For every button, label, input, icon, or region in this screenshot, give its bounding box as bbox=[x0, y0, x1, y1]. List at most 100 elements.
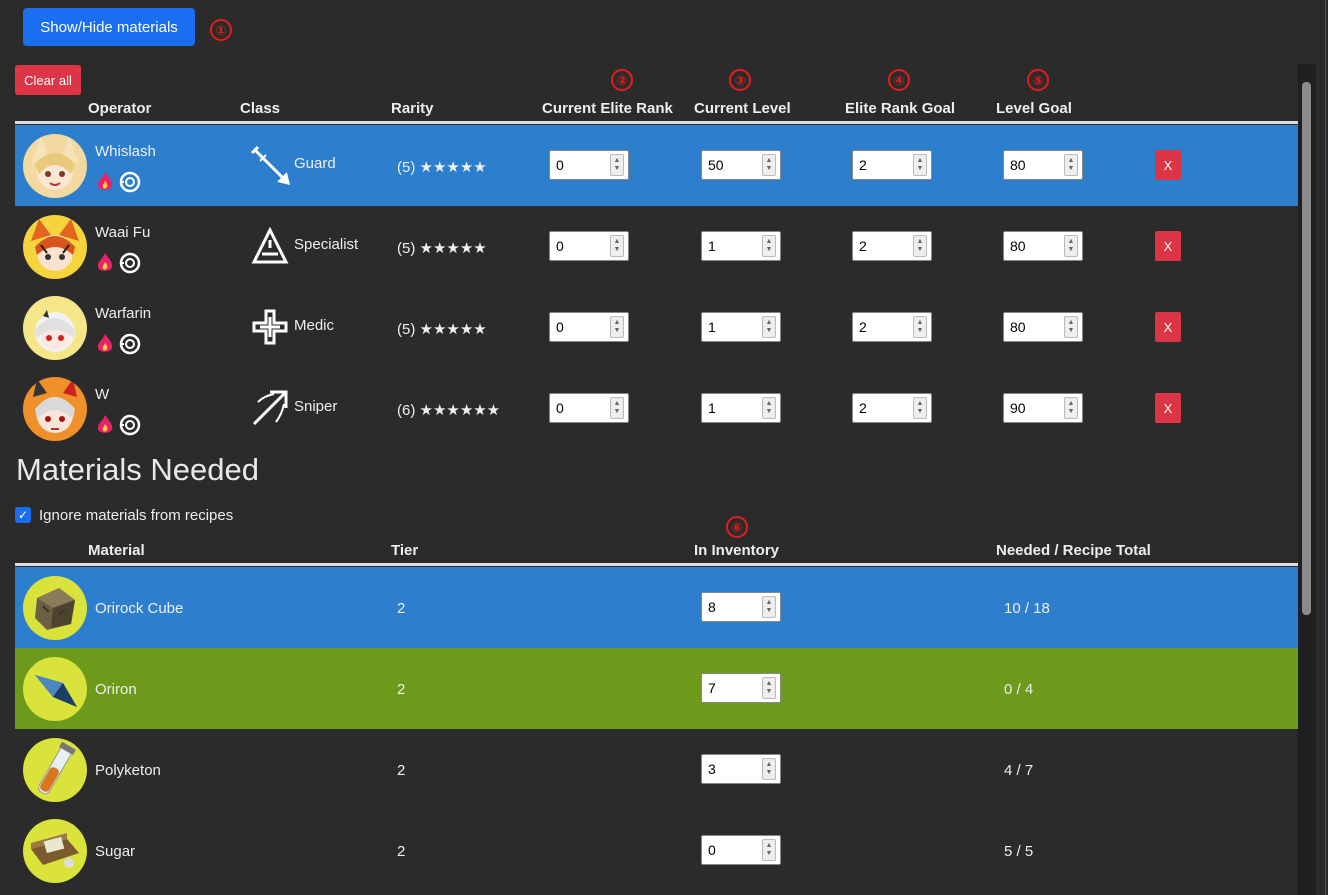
material-header-divider bbox=[15, 563, 1298, 566]
header-rarity: Rarity bbox=[391, 100, 434, 117]
elite-rank-goal-value: 2 bbox=[859, 157, 867, 173]
ignore-recipes-label[interactable]: Ignore materials from recipes bbox=[39, 507, 233, 524]
operator-upgrade-icons bbox=[95, 414, 142, 436]
show-hide-materials-button[interactable]: Show/Hide materials bbox=[23, 8, 195, 46]
spinner-arrows[interactable]: ▲ ▼ bbox=[913, 235, 927, 257]
elite-promotion-icon bbox=[97, 334, 113, 352]
elite-promotion-icon bbox=[97, 415, 113, 433]
current-elite-rank-value: 0 bbox=[556, 157, 564, 173]
current-level-value: 1 bbox=[708, 319, 716, 335]
spinner-arrows[interactable]: ▲ ▼ bbox=[913, 154, 927, 176]
elite-rank-goal-input[interactable]: 2 ▲ ▼ bbox=[852, 231, 932, 261]
operator-avatar bbox=[23, 377, 87, 441]
header-operator: Operator bbox=[88, 100, 152, 117]
current-level-input[interactable]: 1 ▲ ▼ bbox=[701, 231, 781, 261]
operator-name: W bbox=[95, 386, 110, 403]
level-goal-input[interactable]: 80 ▲ ▼ bbox=[1003, 231, 1083, 261]
spinner-arrows[interactable]: ▲ ▼ bbox=[1064, 235, 1078, 257]
spinner-arrows[interactable]: ▲ ▼ bbox=[762, 235, 776, 257]
annotation-marker-5: ⑤ bbox=[1027, 69, 1049, 91]
elite-rank-goal-input[interactable]: 2 ▲ ▼ bbox=[852, 393, 932, 423]
material-tier: 2 bbox=[397, 843, 406, 860]
operator-rarity: (5) ★★★★★ bbox=[397, 321, 487, 338]
inventory-input[interactable]: 8 ▲ ▼ bbox=[701, 592, 781, 622]
needed-recipe-total: 10 / 18 bbox=[1004, 600, 1050, 617]
annotation-marker-4: ④ bbox=[888, 69, 910, 91]
current-level-input[interactable]: 50 ▲ ▼ bbox=[701, 150, 781, 180]
annotation-marker-1: ① bbox=[210, 19, 232, 41]
remove-operator-button[interactable]: X bbox=[1155, 312, 1181, 342]
current-elite-rank-input[interactable]: 0 ▲ ▼ bbox=[549, 312, 629, 342]
current-elite-rank-value: 0 bbox=[556, 238, 564, 254]
current-level-value: 1 bbox=[708, 238, 716, 254]
operator-avatar bbox=[23, 215, 87, 279]
needed-recipe-total: 0 / 4 bbox=[1004, 681, 1034, 698]
elite-rank-goal-input[interactable]: 2 ▲ ▼ bbox=[852, 312, 932, 342]
level-goal-value: 80 bbox=[1010, 157, 1026, 173]
level-goal-input[interactable]: 90 ▲ ▼ bbox=[1003, 393, 1083, 423]
spinner-arrows[interactable]: ▲ ▼ bbox=[913, 397, 927, 419]
header-level-goal: Level Goal bbox=[996, 100, 1072, 117]
operator-row: W Sniper (6) ★★★★★★ 0 ▲ ▼ 1 ▲ ▼ 2 ▲ ▼ 90 ▲ ▼ X bbox=[15, 368, 1298, 449]
spinner-arrows[interactable]: ▲ ▼ bbox=[762, 316, 776, 338]
level-up-icon bbox=[119, 171, 141, 193]
spinner-arrows[interactable]: ▲ ▼ bbox=[762, 839, 776, 861]
spinner-arrows[interactable]: ▲ ▼ bbox=[610, 154, 624, 176]
current-elite-rank-input[interactable]: 0 ▲ ▼ bbox=[549, 393, 629, 423]
current-elite-rank-input[interactable]: 0 ▲ ▼ bbox=[549, 150, 629, 180]
operator-rarity: (5) ★★★★★ bbox=[397, 240, 487, 257]
inventory-input[interactable]: 0 ▲ ▼ bbox=[701, 835, 781, 865]
sniper-icon bbox=[252, 390, 288, 426]
remove-operator-button[interactable]: X bbox=[1155, 231, 1181, 261]
material-row: Oriron 2 7 ▲ ▼ 0 / 4 bbox=[15, 648, 1298, 729]
level-goal-input[interactable]: 80 ▲ ▼ bbox=[1003, 150, 1083, 180]
spinner-arrows[interactable]: ▲ ▼ bbox=[610, 235, 624, 257]
current-level-value: 50 bbox=[708, 157, 724, 173]
spinner-arrows[interactable]: ▲ ▼ bbox=[1064, 154, 1078, 176]
needed-recipe-total: 5 / 5 bbox=[1004, 843, 1034, 860]
level-goal-value: 90 bbox=[1010, 400, 1026, 416]
spinner-arrows[interactable]: ▲ ▼ bbox=[913, 316, 927, 338]
spinner-arrows[interactable]: ▲ ▼ bbox=[610, 397, 624, 419]
operator-class: Sniper bbox=[294, 398, 338, 415]
operator-header-divider bbox=[15, 121, 1298, 124]
current-elite-rank-input[interactable]: 0 ▲ ▼ bbox=[549, 231, 629, 261]
operator-upgrade-icons bbox=[95, 252, 142, 274]
operator-rarity: (6) ★★★★★★ bbox=[397, 402, 501, 419]
operator-row: Warfarin Medic (5) ★★★★★ 0 ▲ ▼ 1 ▲ ▼ 2 ▲ ▼ 80 ▲… bbox=[15, 287, 1298, 368]
sugar-icon bbox=[23, 819, 87, 883]
spinner-arrows[interactable]: ▲ ▼ bbox=[762, 154, 776, 176]
operator-class: Medic bbox=[294, 317, 335, 334]
level-goal-value: 80 bbox=[1010, 319, 1026, 335]
operator-name: Warfarin bbox=[95, 305, 152, 322]
medic-icon bbox=[252, 309, 288, 345]
spinner-arrows[interactable]: ▲ ▼ bbox=[762, 677, 776, 699]
operator-row: Waai Fu Specialist (5) ★★★★★ 0 ▲ ▼ 1 ▲ ▼ 2 ▲ ▼… bbox=[15, 206, 1298, 287]
current-elite-rank-value: 0 bbox=[556, 319, 564, 335]
window-edge bbox=[1325, 0, 1326, 895]
current-level-input[interactable]: 1 ▲ ▼ bbox=[701, 393, 781, 423]
scrollbar-thumb[interactable] bbox=[1302, 82, 1311, 615]
inventory-input[interactable]: 7 ▲ ▼ bbox=[701, 673, 781, 703]
elite-promotion-icon bbox=[97, 253, 113, 271]
remove-operator-button[interactable]: X bbox=[1155, 393, 1181, 423]
material-row: Polyketon 2 3 ▲ ▼ 4 / 7 bbox=[15, 729, 1298, 810]
elite-rank-goal-value: 2 bbox=[859, 400, 867, 416]
elite-rank-goal-value: 2 bbox=[859, 319, 867, 335]
spinner-arrows[interactable]: ▲ ▼ bbox=[762, 758, 776, 780]
spinner-arrows[interactable]: ▲ ▼ bbox=[1064, 316, 1078, 338]
header-material: Material bbox=[88, 542, 145, 559]
spinner-arrows[interactable]: ▲ ▼ bbox=[762, 397, 776, 419]
clear-all-button[interactable]: Clear all bbox=[15, 65, 81, 95]
spinner-arrows[interactable]: ▲ ▼ bbox=[762, 596, 776, 618]
level-goal-input[interactable]: 80 ▲ ▼ bbox=[1003, 312, 1083, 342]
spinner-arrows[interactable]: ▲ ▼ bbox=[610, 316, 624, 338]
operator-class: Specialist bbox=[294, 236, 359, 253]
ignore-recipes-checkbox[interactable]: ✓ bbox=[15, 507, 31, 523]
remove-operator-button[interactable]: X bbox=[1155, 150, 1181, 180]
inventory-input[interactable]: 3 ▲ ▼ bbox=[701, 754, 781, 784]
current-level-input[interactable]: 1 ▲ ▼ bbox=[701, 312, 781, 342]
operator-upgrade-icons bbox=[95, 171, 142, 193]
elite-rank-goal-input[interactable]: 2 ▲ ▼ bbox=[852, 150, 932, 180]
spinner-arrows[interactable]: ▲ ▼ bbox=[1064, 397, 1078, 419]
